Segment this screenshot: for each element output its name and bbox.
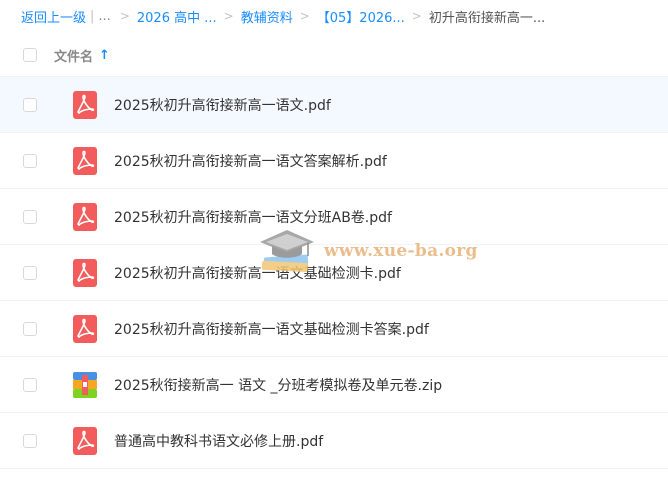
pdf-icon	[72, 258, 98, 287]
select-all-checkbox[interactable]	[23, 48, 37, 62]
row-checkbox[interactable]	[23, 433, 37, 448]
zip-icon	[72, 371, 98, 399]
breadcrumb-ellipsis[interactable]: ...	[98, 9, 110, 24]
file-row[interactable]: 2025秋初升高衔接新高一语文基础检测卡答案.pdf	[0, 301, 668, 357]
row-checkbox[interactable]	[23, 209, 37, 224]
pdf-icon	[72, 314, 98, 343]
pdf-icon	[72, 426, 98, 455]
file-name[interactable]: 2025秋初升高衔接新高一语文基础检测卡.pdf	[114, 263, 401, 283]
pdf-icon	[72, 146, 98, 175]
row-checkbox[interactable]	[23, 321, 37, 336]
file-row[interactable]: 2025秋初升高衔接新高一语文分班AB卷.pdf	[0, 189, 668, 245]
row-checkbox[interactable]	[23, 377, 37, 392]
breadcrumb: 返回上一级 | ... > 2026 高中 ... > 教辅资料 > 【05】2…	[21, 0, 661, 32]
chevron-right-icon: >	[411, 9, 422, 23]
file-row[interactable]: 2025秋衔接新高一 语文 _分班考模拟卷及单元卷.zip	[0, 357, 668, 413]
file-row[interactable]: 普通高中教科书语文必修上册.pdf	[0, 413, 668, 469]
breadcrumb-current: 初升高衔接新高一...	[428, 10, 546, 26]
file-row[interactable]: 2025秋初升高衔接新高一语文答案解析.pdf	[0, 133, 668, 189]
file-name[interactable]: 2025秋初升高衔接新高一语文分班AB卷.pdf	[114, 207, 392, 227]
filename-column-header[interactable]: 文件名 ↑	[54, 46, 110, 65]
back-link[interactable]: 返回上一级	[21, 7, 86, 26]
file-name[interactable]: 普通高中教科书语文必修上册.pdf	[114, 431, 323, 451]
file-name[interactable]: 2025秋初升高衔接新高一语文.pdf	[114, 95, 331, 115]
row-checkbox[interactable]	[23, 265, 37, 280]
file-row[interactable]: 2025秋初升高衔接新高一语文.pdf	[0, 77, 668, 133]
breadcrumb-item-grade[interactable]: 2026 高中 ...	[137, 7, 217, 26]
column-label: 文件名	[54, 49, 94, 65]
row-checkbox[interactable]	[23, 153, 37, 168]
file-name[interactable]: 2025秋衔接新高一 语文 _分班考模拟卷及单元卷.zip	[114, 375, 442, 395]
arrow-up-icon[interactable]: ↑	[99, 48, 110, 63]
breadcrumb-item-folder[interactable]: 【05】2026...	[317, 7, 405, 26]
pdf-icon	[72, 90, 98, 119]
row-checkbox[interactable]	[23, 97, 37, 112]
chevron-right-icon: >	[119, 9, 130, 23]
pdf-icon	[72, 202, 98, 231]
breadcrumb-item-materials[interactable]: 教辅资料	[241, 7, 293, 26]
breadcrumb-pipe: |	[90, 8, 95, 24]
file-name[interactable]: 2025秋初升高衔接新高一语文答案解析.pdf	[114, 151, 387, 171]
file-list: 2025秋初升高衔接新高一语文.pdf 2025秋初升高衔接新高一语文答案解析.…	[0, 77, 668, 469]
file-name[interactable]: 2025秋初升高衔接新高一语文基础检测卡答案.pdf	[114, 319, 429, 339]
chevron-right-icon: >	[299, 9, 310, 23]
file-list-header: 文件名 ↑	[0, 34, 668, 77]
file-row[interactable]: 2025秋初升高衔接新高一语文基础检测卡.pdf	[0, 245, 668, 301]
chevron-right-icon: >	[223, 9, 234, 23]
